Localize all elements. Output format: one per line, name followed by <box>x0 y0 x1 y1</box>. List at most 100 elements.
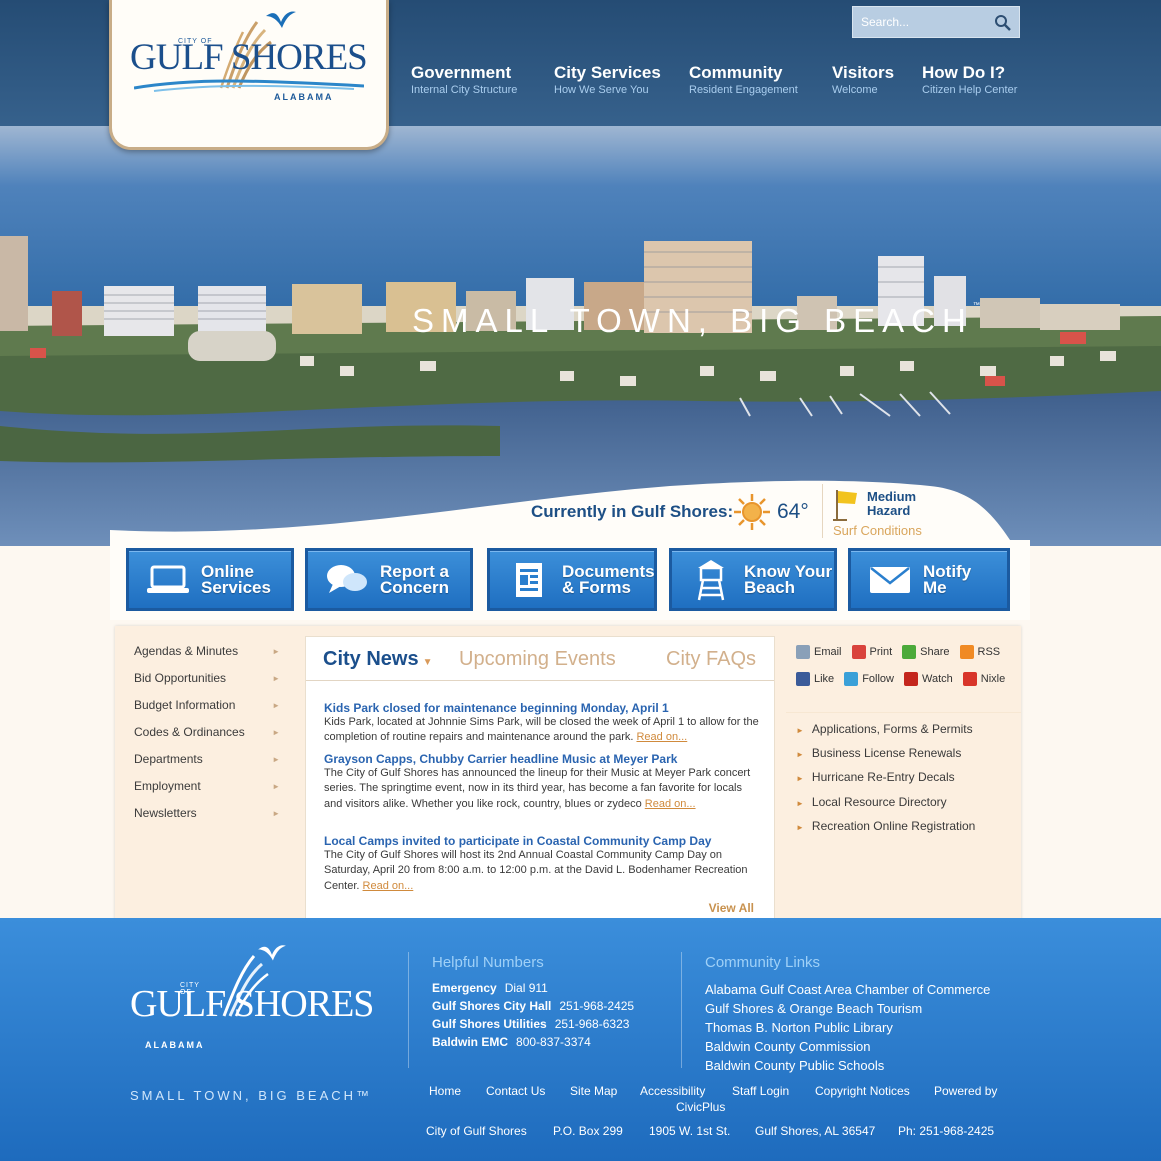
search-icon[interactable] <box>993 13 1013 33</box>
address-pobox: P.O. Box 299 <box>553 1124 623 1138</box>
nav-visitors[interactable]: Visitors Welcome <box>832 63 894 96</box>
button-label: Notify Me <box>923 561 972 597</box>
read-on-link[interactable]: Read on... <box>636 731 687 743</box>
hero-tagline: SMALL TOWN, BIG BEACH™ <box>412 302 980 339</box>
nav-subtitle: Welcome <box>832 84 878 96</box>
footer-contact-link[interactable]: Contact Us <box>486 1084 545 1098</box>
left-nav: Agendas & Minutes ► Bid Opportunities ► Bu… <box>115 638 295 827</box>
email-link[interactable]: Email <box>796 645 842 659</box>
share-icon <box>902 645 917 659</box>
right-link[interactable]: ► Business License Renewals <box>796 746 961 760</box>
news-body: The City of Gulf Shores will host its 2n… <box>324 849 748 892</box>
community-link[interactable]: Alabama Gulf Coast Area Chamber of Comme… <box>705 982 990 997</box>
left-nav-bid-opportunities[interactable]: Bid Opportunities ► <box>115 665 295 692</box>
nav-community[interactable]: Community Resident Engagement <box>689 63 798 96</box>
view-all-link[interactable]: View All <box>709 901 754 915</box>
know-your-beach-button[interactable]: Know Your Beach <box>669 548 837 611</box>
address-street: 1905 W. 1st St. <box>649 1124 731 1138</box>
report-concern-button[interactable]: Report a Concern <box>305 548 473 611</box>
tab-city-faqs[interactable]: City FAQs <box>666 648 756 671</box>
nav-how-do-i[interactable]: How Do I? Citizen Help Center <box>922 63 1017 96</box>
news-title[interactable]: Grayson Capps, Chubby Carrier headline M… <box>324 752 760 766</box>
site-logo[interactable]: CITY OF GULF SHORES ALABAMA <box>109 0 389 150</box>
logo-name: GULF SHORES <box>130 37 368 78</box>
read-on-link[interactable]: Read on... <box>645 798 696 810</box>
arrow-right-icon: ► <box>796 750 804 759</box>
twitter-follow-link[interactable]: Follow <box>844 672 894 686</box>
left-nav-employment[interactable]: Employment ► <box>115 773 295 800</box>
news-body: The City of Gulf Shores has announced th… <box>324 767 751 810</box>
community-link[interactable]: Baldwin County Public Schools <box>705 1058 884 1073</box>
arrow-right-icon: ► <box>796 799 804 808</box>
youtube-icon <box>903 672 918 686</box>
tab-upcoming-events[interactable]: Upcoming Events <box>459 648 616 671</box>
footer-accessibility-link[interactable]: Accessibility <box>640 1084 705 1098</box>
read-on-link[interactable]: Read on... <box>363 880 414 892</box>
seagull-icon <box>266 11 296 28</box>
nixle-link[interactable]: Nixle <box>962 672 1005 686</box>
footer-tagline: SMALL TOWN, BIG BEACH™ <box>130 1088 373 1103</box>
twitter-icon <box>844 672 859 686</box>
arrow-right-icon: ► <box>272 728 280 737</box>
news-title[interactable]: Kids Park closed for maintenance beginni… <box>324 701 760 715</box>
left-nav-departments[interactable]: Departments ► <box>115 746 295 773</box>
button-label: Report a Concern <box>380 561 449 597</box>
laptop-icon <box>143 560 193 600</box>
seagull-icon <box>258 945 286 961</box>
social-row: Email Print Share RSS <box>796 645 1026 659</box>
facebook-icon <box>796 672 810 686</box>
right-link[interactable]: ► Hurricane Re-Entry Decals <box>796 770 955 784</box>
site-footer: CITY OF GULF SHORES ALABAMA SMALL TOWN, … <box>0 918 1161 1161</box>
footer-home-link[interactable]: Home <box>429 1084 461 1098</box>
left-nav-agendas-minutes[interactable]: Agendas & Minutes ► <box>115 638 295 665</box>
arrow-right-icon: ► <box>796 823 804 832</box>
documents-forms-button[interactable]: Documents & Forms <box>487 548 657 611</box>
print-icon <box>851 645 866 659</box>
search-input[interactable] <box>853 7 983 37</box>
divider <box>681 952 682 1068</box>
left-nav-budget-information[interactable]: Budget Information ► <box>115 692 295 719</box>
tab-city-news[interactable]: City News ▼ <box>323 648 433 671</box>
temperature: 64° <box>777 500 809 523</box>
email-icon <box>796 645 810 659</box>
document-icon <box>504 560 554 600</box>
news-tabs: City News ▼ Upcoming Events City FAQs <box>306 637 774 681</box>
news-body: Kids Park, located at Johnnie Sims Park,… <box>324 716 759 744</box>
footer-staff-login-link[interactable]: Staff Login <box>732 1084 789 1098</box>
footer-civicplus-link[interactable]: CivicPlus <box>676 1100 725 1114</box>
address-city: Gulf Shores, AL 36547 <box>755 1124 876 1138</box>
left-nav-codes-ordinances[interactable]: Codes & Ordinances ► <box>115 719 295 746</box>
nav-government[interactable]: Government Internal City Structure <box>411 63 517 96</box>
online-services-button[interactable]: Online Services <box>126 548 294 611</box>
youtube-watch-link[interactable]: Watch <box>903 672 953 686</box>
right-link[interactable]: ► Applications, Forms & Permits <box>796 722 973 736</box>
share-link[interactable]: Share <box>902 645 950 659</box>
divider <box>786 712 1021 713</box>
nav-city-services[interactable]: City Services How We Serve You <box>554 63 661 96</box>
address-name: City of Gulf Shores <box>426 1124 527 1138</box>
footer-sitemap-link[interactable]: Site Map <box>570 1084 617 1098</box>
community-link[interactable]: Baldwin County Commission <box>705 1039 870 1054</box>
rss-icon <box>959 645 974 659</box>
rss-link[interactable]: RSS <box>959 645 1000 659</box>
nav-title: City Services <box>554 63 661 82</box>
community-link[interactable]: Gulf Shores & Orange Beach Tourism <box>705 1001 922 1016</box>
print-link[interactable]: Print <box>851 645 892 659</box>
right-link[interactable]: ► Local Resource Directory <box>796 795 947 809</box>
left-nav-newsletters[interactable]: Newsletters ► <box>115 800 295 827</box>
news-title[interactable]: Local Camps invited to participate in Co… <box>324 834 760 848</box>
right-link[interactable]: ► Recreation Online Registration <box>796 819 975 833</box>
surf-conditions-link[interactable]: Surf Conditions <box>833 523 922 538</box>
arrow-right-icon: ► <box>272 674 280 683</box>
surf-level: Medium Hazard <box>867 490 916 518</box>
arrow-right-icon: ► <box>272 755 280 764</box>
footer-copyright-link[interactable]: Copyright Notices <box>815 1084 910 1098</box>
address-phone: Ph: 251-968-2425 <box>898 1124 995 1138</box>
arrow-right-icon: ► <box>796 774 804 783</box>
notify-me-button[interactable]: Notify Me <box>848 548 1010 611</box>
weather-bar: Currently in Gulf Shores: 64° Medium Haz… <box>110 480 1030 546</box>
facebook-like-link[interactable]: Like <box>796 672 834 686</box>
footer-powered-by-link[interactable]: Powered by <box>934 1084 997 1098</box>
community-link[interactable]: Thomas B. Norton Public Library <box>705 1020 893 1035</box>
logo-state: ALABAMA <box>145 1040 205 1050</box>
